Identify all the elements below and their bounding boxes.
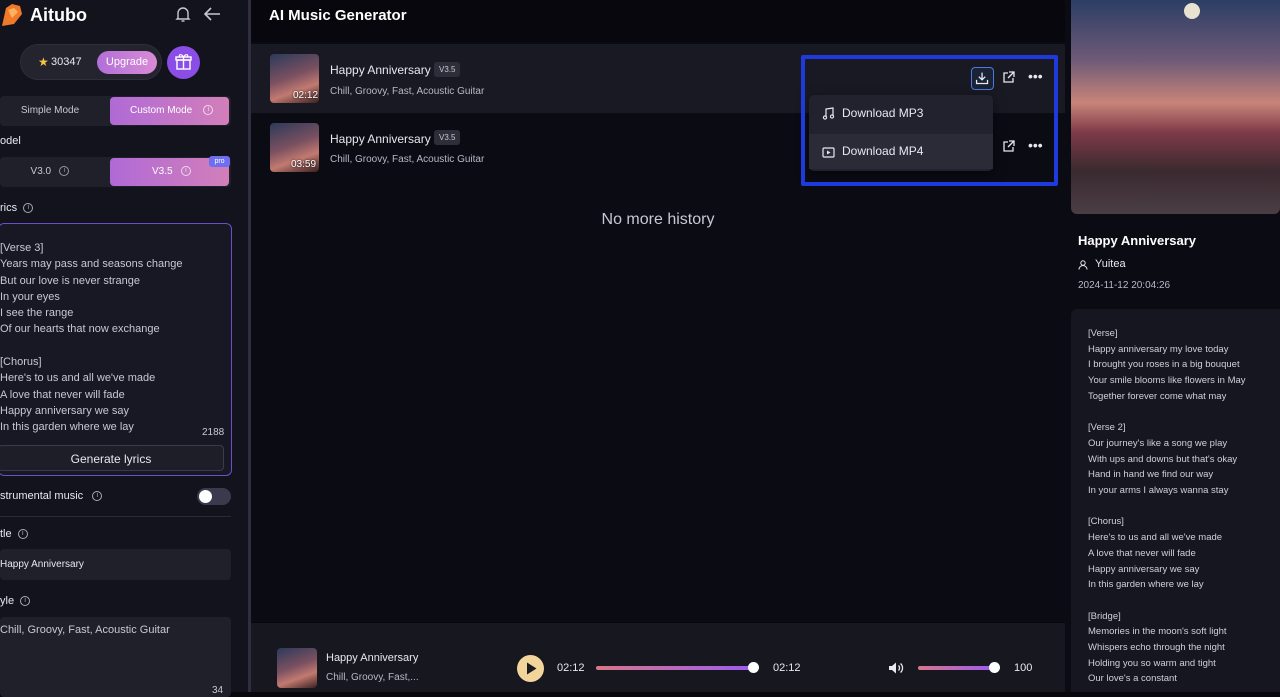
divider [0,516,231,517]
title-label-text: tle [0,528,12,540]
current-time: 02:12 [557,662,585,674]
style-input[interactable]: Chill, Groovy, Fast, Acoustic Guitar [0,617,231,697]
model-label: odel [0,135,21,147]
logo-icon [2,4,22,26]
lyrics-label: rics i [0,202,34,214]
detail-date: 2024-11-12 20:04:26 [1078,280,1171,291]
style-label: yle i [0,595,31,607]
gift-icon [175,54,192,70]
bell-icon[interactable] [175,6,191,23]
info-icon[interactable]: i [23,203,34,214]
song-tags: Chill, Groovy, Fast, Acoustic Guitar [330,154,485,165]
play-icon [527,662,537,675]
version-badge: V3.5 [434,130,461,145]
moon-icon [1184,3,1200,19]
lyrics-char-count: 2188 [202,427,225,438]
player-thumbnail [277,648,317,688]
user-icon [1078,260,1088,270]
progress-fill [596,666,754,670]
volume-icon[interactable] [888,661,905,675]
generate-lyrics-button[interactable]: Generate lyrics [0,445,224,471]
song-duration: 03:59 [291,159,317,170]
volume-value: 100 [1014,662,1033,674]
title-label: tle i [0,528,28,540]
progress-handle[interactable] [748,662,759,673]
title-input[interactable]: Happy Anniversary [0,549,231,580]
credits-count: 30347 [51,56,82,68]
app-name: Aitubo [30,5,87,25]
custom-mode-tab[interactable]: Custom Mode i [110,97,229,125]
custom-mode-label: Custom Mode [130,105,193,116]
toggle-knob [199,490,212,503]
no-more-history-text: No more history [601,211,715,228]
simple-mode-tab[interactable]: Simple Mode [0,96,100,126]
info-icon[interactable]: i [59,166,70,177]
player-title: Happy Anniversary [326,652,419,664]
instrumental-label-text: strumental music [0,490,84,502]
play-button[interactable] [517,655,544,682]
lyrics-text: [Verse 3] Years may pass and seasons cha… [0,242,183,434]
info-icon[interactable]: i [203,105,214,116]
info-icon[interactable]: i [92,491,103,502]
detail-lyrics: [Verse] Happy anniversary my love today … [1088,328,1246,685]
song-tags: Chill, Groovy, Fast, Acoustic Guitar [330,86,485,97]
volume-handle[interactable] [989,662,1000,673]
upgrade-button[interactable]: Upgrade [97,51,157,74]
star-icon: ★ [38,55,49,69]
pro-badge: pro [209,156,230,167]
lyrics-label-text: rics [0,202,18,214]
page-title: AI Music Generator [269,7,407,24]
instrumental-label: strumental music i [0,490,103,502]
song-duration: 02:12 [293,90,319,101]
song-title[interactable]: Happy Anniversary [330,132,431,146]
version-badge: V3.5 [434,62,461,77]
detail-user[interactable]: Yuitea [1095,258,1126,270]
highlight-box [801,55,1058,186]
volume-fill [918,666,994,670]
style-char-count: 34 [212,685,224,696]
info-icon[interactable]: i [17,529,28,540]
info-icon[interactable]: i [20,596,31,607]
model-v30-label: V3.0 [30,166,52,177]
gift-button[interactable] [167,46,200,79]
total-time: 02:12 [773,662,801,674]
song-title[interactable]: Happy Anniversary [330,63,431,77]
info-icon[interactable]: i [180,166,191,177]
model-v30-tab[interactable]: V3.0 i [0,157,100,187]
back-arrow-icon[interactable] [203,6,221,22]
detail-title: Happy Anniversary [1078,233,1197,248]
model-v35-label: V3.5 [152,166,173,177]
style-label-text: yle [0,595,15,607]
player-tags: Chill, Groovy, Fast,... [326,672,419,683]
cover-image [1071,0,1280,214]
